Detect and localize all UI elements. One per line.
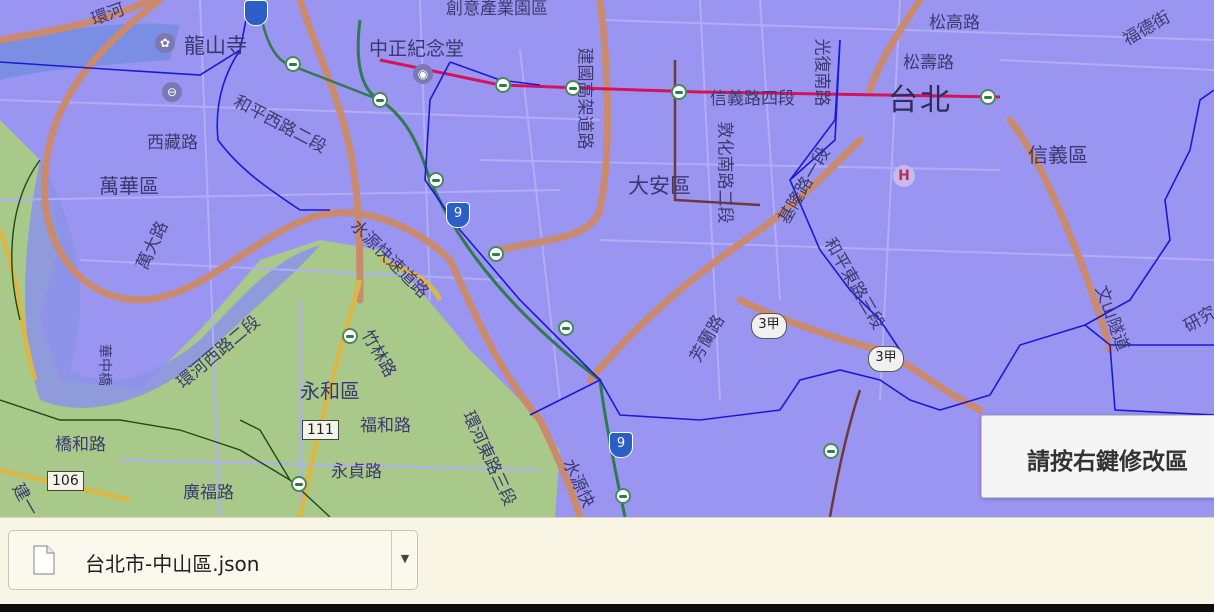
map-label: 敦化南路二段 (714, 121, 735, 224)
mrt-station-icon[interactable] (823, 443, 839, 459)
route-3a-shield: 3甲 (868, 346, 904, 372)
download-item[interactable]: 台北市-中山區.json ▼ (8, 530, 418, 590)
map-label: 創意產業園區 (446, 0, 548, 19)
map-label: 永和區 (300, 379, 360, 403)
map-label: 橋和路 (55, 435, 106, 455)
route-111-shield: 111 (302, 420, 339, 440)
map-label: 大安區 (628, 174, 691, 198)
chevron-down-icon[interactable]: ▼ (393, 531, 417, 589)
tooltip-text: 請按右鍵修改區 (1027, 449, 1188, 475)
mrt-station-icon[interactable] (495, 77, 511, 93)
map-label: 永貞路 (331, 462, 382, 482)
map-label: 中正紀念堂 (369, 38, 465, 60)
route-9-shield: 9 (446, 202, 470, 228)
map-label: 信義路四段 (710, 89, 795, 109)
map-label: 福和路 (360, 416, 411, 436)
map-label: 萬華區 (99, 174, 159, 198)
context-hint-tooltip: 請按右鍵修改區 (981, 415, 1214, 498)
map-label: 西藏路 (147, 133, 198, 153)
mrt-station-icon[interactable] (285, 56, 301, 72)
map-label: 光復南路 (811, 38, 832, 107)
download-bar: 台北市-中山區.json ▼ (0, 517, 1214, 605)
map-label: 信義區 (1028, 143, 1088, 167)
window-bottom-edge (0, 604, 1214, 612)
route-106-shield: 106 (47, 471, 84, 491)
mrt-station-icon[interactable] (428, 172, 444, 188)
map-label: 建國高架道路 (574, 47, 595, 150)
map-label: 台北 (888, 83, 952, 118)
route-shield (244, 0, 268, 26)
map-label: 松高路 (929, 13, 980, 33)
mrt-station-icon[interactable] (291, 476, 307, 492)
mrt-station-icon[interactable] (488, 246, 504, 262)
map-label: 松壽路 (903, 53, 954, 73)
hospital-icon[interactable]: H (893, 165, 915, 187)
camera-icon[interactable]: ◉ (413, 64, 433, 84)
download-file-name[interactable]: 台北市-中山區.json (85, 548, 259, 577)
map-label: 廣福路 (183, 483, 234, 503)
map-label: 華中橋 (96, 344, 112, 386)
train-station-icon[interactable]: ⊖ (162, 82, 182, 102)
mrt-station-icon[interactable] (671, 84, 687, 100)
mrt-station-icon[interactable] (980, 89, 996, 105)
temple-icon[interactable]: ✿ (155, 33, 175, 53)
route-9-shield: 9 (609, 432, 633, 458)
mrt-station-icon[interactable] (558, 320, 574, 336)
mrt-station-icon[interactable] (615, 488, 631, 504)
mrt-station-icon[interactable] (372, 92, 388, 108)
map-view[interactable]: ✿ ⊖ ◉ H 111 106 9 9 3甲 3甲 環河 龍山寺 中正紀念堂 創… (0, 0, 1214, 517)
divider (391, 531, 392, 589)
route-3a-shield: 3甲 (751, 313, 787, 339)
file-icon (33, 545, 55, 575)
map-label: 龍山寺 (184, 34, 247, 58)
